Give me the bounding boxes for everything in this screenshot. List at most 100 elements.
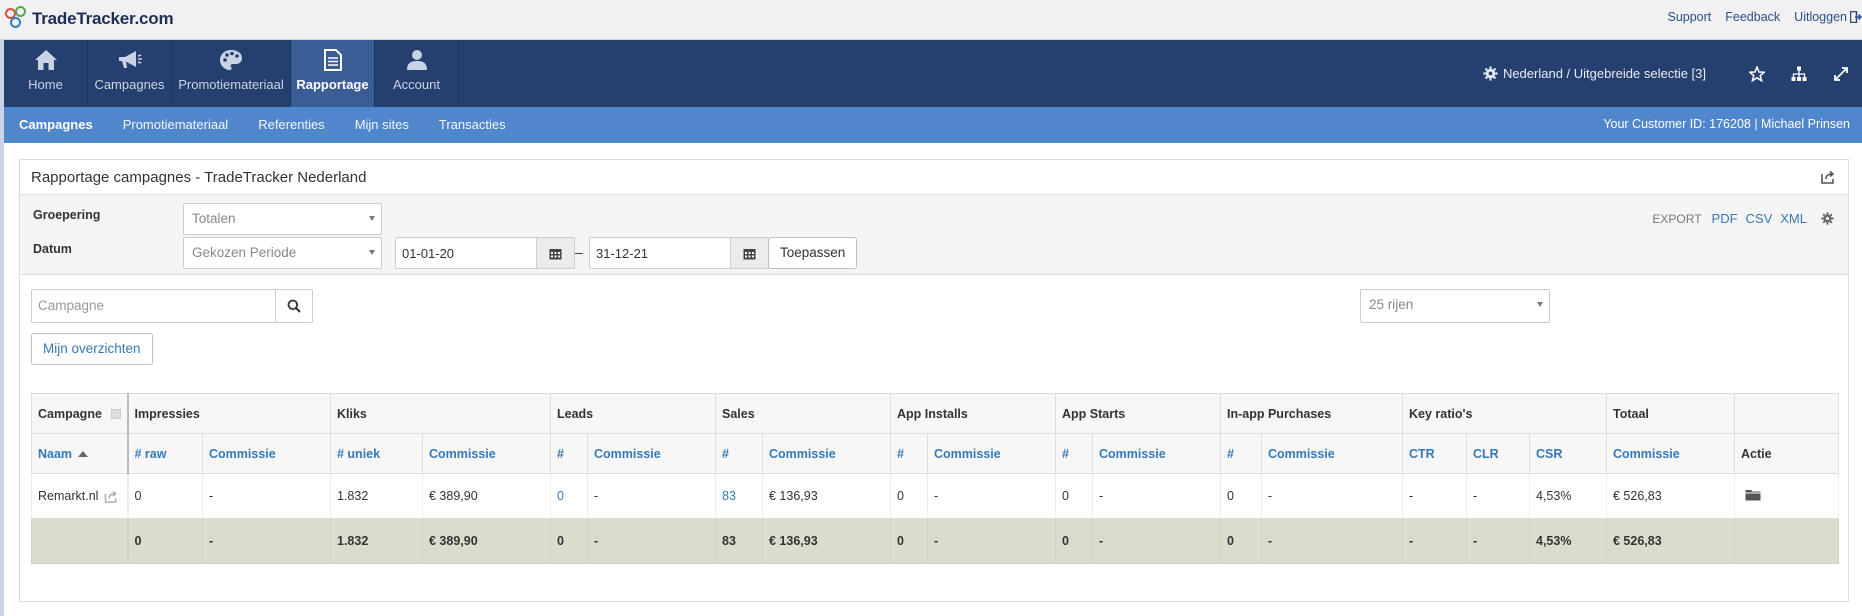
cell-sales-link[interactable]: 83 (715, 473, 763, 519)
column-toggle-icon[interactable] (110, 408, 121, 419)
subnav-campagnes[interactable]: Campagnes (19, 117, 93, 132)
col-in-app-commissie[interactable]: Commissie (1261, 433, 1403, 474)
rows-per-page-select[interactable]: 25 rijen (1360, 289, 1550, 323)
col-app-starts-commissie[interactable]: Commissie (1092, 433, 1221, 474)
group-totaal: Totaal (1606, 393, 1735, 434)
star-icon (1749, 65, 1765, 82)
nav-home-label: Home (28, 77, 63, 92)
group-kliks: Kliks (330, 393, 551, 434)
cell: 0 (890, 518, 928, 564)
col-sales-count[interactable]: # (715, 433, 763, 474)
col-in-app-count[interactable]: # (1220, 433, 1262, 474)
cell: - (587, 473, 716, 519)
col-app-installs-commissie[interactable]: Commissie (927, 433, 1056, 474)
logout-icon (1850, 11, 1862, 23)
nav-promotiemateriaal[interactable]: Promotiemateriaal (172, 40, 291, 107)
brand-logo[interactable]: TradeTracker.com (4, 6, 174, 32)
cell: € 389,90 (422, 518, 551, 564)
datum-select[interactable]: Gekozen Periode (183, 237, 382, 269)
fullscreen-button[interactable] (1820, 66, 1862, 81)
col-ctr[interactable]: CTR (1402, 433, 1467, 474)
nav-home[interactable]: Home (4, 40, 88, 107)
rows-per-page-value: 25 rijen (1369, 297, 1414, 312)
col-sales-commissie[interactable]: Commissie (762, 433, 891, 474)
cell (1734, 518, 1839, 564)
nav-rapportage[interactable]: Rapportage (291, 40, 375, 107)
search-button[interactable] (275, 289, 313, 323)
subnav-promotiemateriaal[interactable]: Promotiemateriaal (123, 117, 229, 132)
search-icon (287, 299, 301, 313)
cell-campagne-name[interactable]: Remarkt.nl (31, 473, 129, 519)
sub-nav-items: Campagnes Promotiemateriaal Referenties … (19, 117, 536, 132)
groepering-select[interactable]: Totalen (183, 203, 382, 235)
support-link[interactable]: Support (1667, 10, 1711, 24)
table-row: Remarkt.nl 0 - 1.832 € 389,90 0 - 83 € 1… (31, 473, 1839, 519)
share-button[interactable] (1821, 170, 1836, 187)
sitemap-button[interactable] (1778, 66, 1820, 82)
megaphone-icon (118, 51, 142, 68)
subnav-referenties[interactable]: Referenties (258, 117, 324, 132)
cell: € 136,93 (762, 518, 891, 564)
col-kliks-commissie[interactable]: Commissie (422, 433, 551, 474)
col-app-installs-count[interactable]: # (890, 433, 928, 474)
date-to-calendar-button[interactable] (730, 237, 769, 269)
report-table: Campagne Impressies Kliks Leads Sales Ap… (31, 393, 1839, 564)
mijn-overzichten-button[interactable]: Mijn overzichten (31, 333, 153, 365)
feedback-link[interactable]: Feedback (1725, 10, 1780, 24)
campagne-search-input[interactable]: Campagne (31, 289, 276, 323)
table-column-header: Naam # raw Commissie # uniek Commissie #… (31, 433, 1839, 474)
folder-icon[interactable] (1745, 488, 1761, 501)
favorite-button[interactable] (1736, 65, 1778, 82)
sales-count-link[interactable]: 83 (722, 489, 736, 503)
col-totaal-commissie[interactable]: Commissie (1606, 433, 1735, 474)
logout-label: Uitloggen (1794, 10, 1847, 24)
col-impressies-commissie[interactable]: Commissie (202, 433, 331, 474)
report-panel: Rapportage campagnes - TradeTracker Nede… (19, 159, 1849, 602)
subnav-transacties[interactable]: Transacties (439, 117, 506, 132)
subnav-mijn-sites[interactable]: Mijn sites (355, 117, 409, 132)
col-impressies-raw[interactable]: # raw (127, 433, 203, 474)
col-app-starts-count[interactable]: # (1055, 433, 1093, 474)
logout-link[interactable]: Uitloggen (1794, 10, 1862, 24)
col-kliks-uniek[interactable]: # uniek (330, 433, 423, 474)
export-csv-link[interactable]: CSV (1746, 211, 1773, 226)
region-selector[interactable]: Nederland / Uitgebreide selectie [3] (1483, 66, 1706, 81)
cell: € 389,90 (422, 473, 551, 519)
col-leads-count[interactable]: # (550, 433, 588, 474)
group-sales: Sales (715, 393, 891, 434)
logo-icon (4, 6, 30, 32)
date-to-input[interactable]: 31-12-21 (589, 237, 731, 269)
cell-actie[interactable] (1734, 473, 1839, 519)
groepering-value: Totalen (192, 211, 236, 226)
cell-leads-link[interactable]: 0 (550, 473, 588, 519)
nav-campagnes[interactable]: Campagnes (88, 40, 172, 107)
filter-bar: Groepering Totalen Datum Gekozen Periode… (20, 195, 1848, 275)
group-app-installs: App Installs (890, 393, 1056, 434)
home-icon (34, 50, 57, 70)
cell: 0 (1055, 518, 1093, 564)
cell: 1.832 (330, 473, 423, 519)
export-xml-link[interactable]: XML (1780, 211, 1807, 226)
gear-icon[interactable] (1821, 212, 1834, 225)
col-leads-commissie[interactable]: Commissie (587, 433, 716, 474)
col-clr[interactable]: CLR (1466, 433, 1530, 474)
group-app-starts: App Starts (1055, 393, 1221, 434)
groepering-label: Groepering (33, 208, 101, 222)
share-icon[interactable] (104, 490, 119, 503)
sub-nav: Campagnes Promotiemateriaal Referenties … (4, 107, 1862, 143)
cell: - (202, 518, 331, 564)
cell: - (1261, 518, 1403, 564)
export-pdf-link[interactable]: PDF (1712, 211, 1738, 226)
date-from-calendar-button[interactable] (536, 237, 575, 269)
chevron-down-icon (369, 250, 375, 255)
export-label: EXPORT (1652, 211, 1702, 226)
leads-count-link[interactable]: 0 (557, 489, 564, 503)
cell: 83 (715, 518, 763, 564)
col-naam[interactable]: Naam (31, 433, 129, 474)
group-actie (1734, 393, 1839, 434)
nav-account[interactable]: Account (375, 40, 459, 107)
date-from-input[interactable]: 01-01-20 (395, 237, 537, 269)
main-nav: Home Campagnes Promotiemateriaal Rapport… (4, 40, 1862, 107)
col-csr[interactable]: CSR (1529, 433, 1607, 474)
apply-button[interactable]: Toepassen (768, 237, 858, 269)
